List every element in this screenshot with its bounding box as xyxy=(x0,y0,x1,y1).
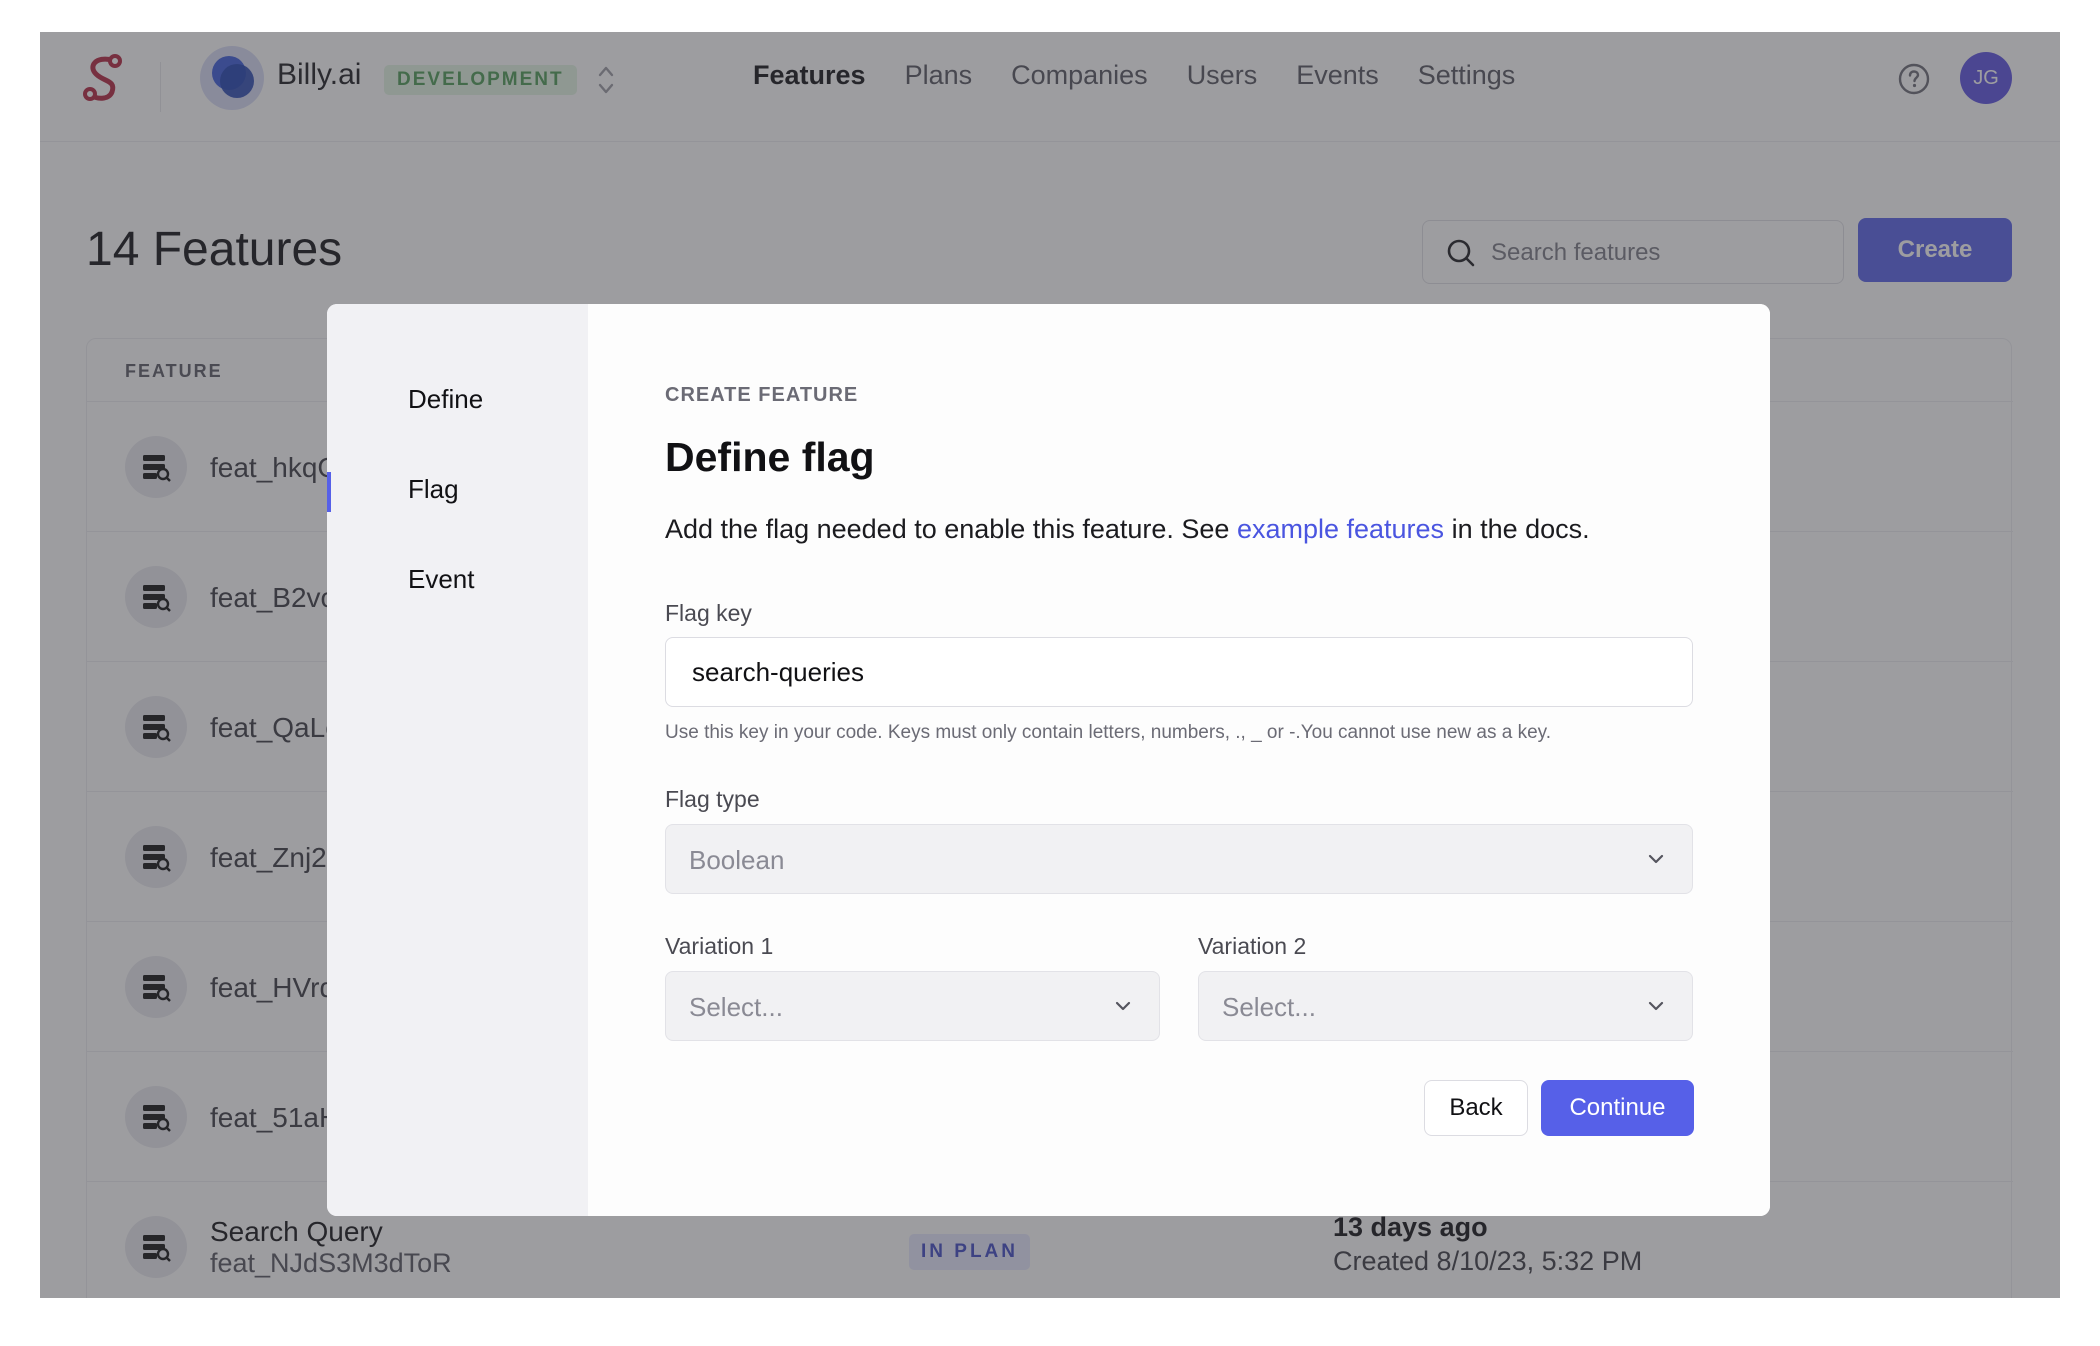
description-text-end: in the docs. xyxy=(1444,514,1590,544)
chevron-down-icon xyxy=(1115,1001,1131,1011)
active-step-indicator xyxy=(327,472,331,512)
flag-key-input[interactable] xyxy=(665,637,1693,707)
flag-type-value: Boolean xyxy=(689,845,785,875)
modal-title: Define flag xyxy=(665,434,875,480)
continue-button[interactable]: Continue xyxy=(1541,1080,1694,1136)
flag-type-select[interactable]: Boolean xyxy=(665,824,1693,894)
wizard-steps: Define Flag Event xyxy=(327,304,588,1216)
variation-1-label: Variation 1 xyxy=(665,933,774,959)
variation-1-select[interactable]: Select... xyxy=(665,971,1160,1041)
app-window: Billy.ai DEVELOPMENT Features Plans Comp… xyxy=(40,32,2060,1298)
variation-1-value: Select... xyxy=(689,992,783,1022)
variation-2-label: Variation 2 xyxy=(1198,933,1307,959)
chevron-down-icon xyxy=(1648,854,1664,864)
modal-description: Add the flag needed to enable this featu… xyxy=(665,514,1590,545)
step-event[interactable]: Event xyxy=(408,564,475,595)
variation-2-select[interactable]: Select... xyxy=(1198,971,1693,1041)
step-flag[interactable]: Flag xyxy=(408,474,459,505)
flag-key-hint: Use this key in your code. Keys must onl… xyxy=(665,722,1552,743)
modal-content: CREATE FEATURE Define flag Add the flag … xyxy=(588,304,1770,1216)
modal-eyebrow: CREATE FEATURE xyxy=(665,384,859,406)
flag-type-label: Flag type xyxy=(665,786,760,812)
example-features-link[interactable]: example features xyxy=(1237,514,1444,544)
back-button[interactable]: Back xyxy=(1424,1080,1528,1136)
create-feature-modal: Define Flag Event CREATE FEATURE Define … xyxy=(327,304,1770,1216)
description-text: Add the flag needed to enable this featu… xyxy=(665,514,1237,544)
step-define[interactable]: Define xyxy=(408,384,483,415)
flag-key-label: Flag key xyxy=(665,600,752,626)
variation-2-value: Select... xyxy=(1222,992,1316,1022)
chevron-down-icon xyxy=(1648,1001,1664,1011)
